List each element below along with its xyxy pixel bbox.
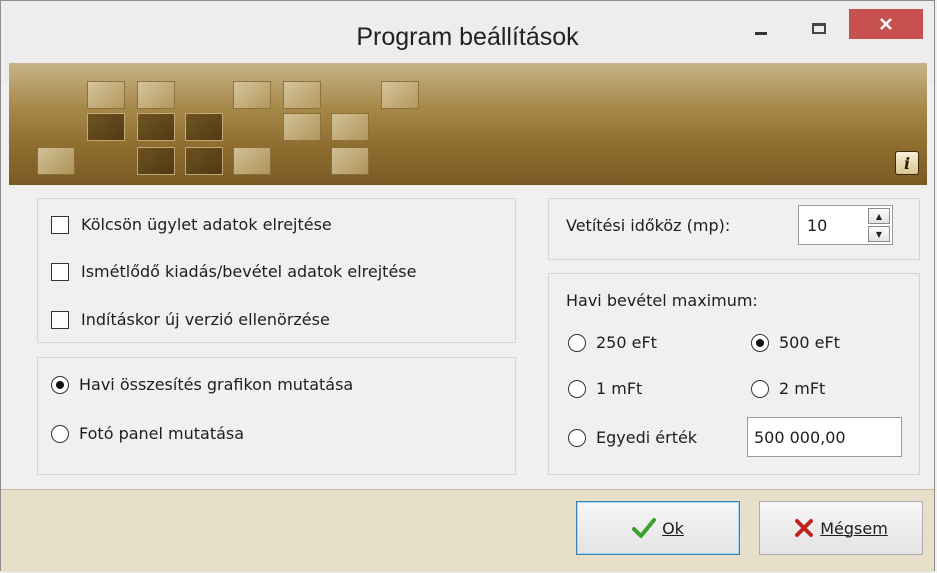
interval-value[interactable]: 10 — [807, 216, 827, 235]
ok-button-label: Ok — [662, 518, 684, 538]
banner-tile — [185, 113, 223, 141]
minimize-button[interactable] — [736, 13, 786, 43]
radio-label: Egyedi érték — [596, 428, 698, 447]
checkbox-check-new-version[interactable]: Indításkor új verzió ellenörzése — [51, 310, 330, 329]
checkbox-label: Kölcsön ügylet adatok elrejtése — [81, 215, 332, 234]
radio-button[interactable] — [568, 333, 586, 352]
window-title: Program beállítások — [356, 23, 579, 51]
banner-tile — [283, 113, 321, 141]
radio-show-monthly-chart[interactable]: Havi összesítés grafikon mutatása — [51, 375, 353, 394]
radio-button[interactable] — [51, 424, 69, 443]
radio-label: Havi összesítés grafikon mutatása — [79, 375, 354, 394]
radio-button[interactable] — [751, 333, 769, 352]
checkmark-icon — [632, 517, 657, 539]
radio-2-mft[interactable]: 2 mFt — [751, 379, 825, 398]
radio-label: Fotó panel mutatása — [79, 424, 245, 443]
banner-tile — [381, 81, 419, 109]
checkbox-box[interactable] — [51, 310, 69, 329]
radio-button[interactable] — [751, 379, 769, 398]
minimize-icon — [755, 31, 767, 35]
maximize-icon — [812, 22, 826, 34]
banner-tile — [283, 81, 321, 109]
radio-button[interactable] — [568, 428, 586, 447]
maximize-button[interactable] — [796, 13, 842, 43]
radio-label: 2 mFt — [779, 379, 826, 398]
banner-tile — [233, 147, 271, 175]
close-button[interactable] — [849, 9, 923, 39]
radio-1-mft[interactable]: 1 mFt — [568, 379, 642, 398]
income-max-label: Havi bevétel maximum: — [566, 291, 758, 310]
info-icon[interactable]: i — [895, 151, 919, 175]
checkbox-box[interactable] — [51, 262, 69, 281]
banner-tile — [331, 113, 369, 141]
banner-tile — [37, 147, 75, 175]
radio-500-eft[interactable]: 500 eFt — [751, 333, 840, 352]
checkbox-label: Ismétlődő kiadás/bevétel adatok elrejtés… — [81, 262, 417, 281]
banner-tile — [87, 81, 125, 109]
banner-tile — [137, 113, 175, 141]
settings-window: Program beállítások i Kölcsön ügylet ada… — [0, 0, 935, 572]
radio-custom-value[interactable]: Egyedi érték — [568, 428, 697, 447]
banner-tile — [137, 81, 175, 109]
spinner-down-icon[interactable]: ▼ — [868, 226, 890, 242]
cancel-x-icon — [794, 518, 814, 538]
cancel-button[interactable]: Mégsem — [759, 501, 923, 555]
banner-tile — [331, 147, 369, 175]
ok-button[interactable]: Ok — [576, 501, 740, 555]
radio-250-eft[interactable]: 250 eFt — [568, 333, 657, 352]
spinner-up-icon[interactable]: ▲ — [868, 208, 890, 224]
custom-value-input[interactable]: 500 000,00 — [747, 417, 902, 457]
radio-button[interactable] — [568, 379, 586, 398]
close-icon — [880, 18, 892, 30]
interval-spinner[interactable]: 10 ▲ ▼ — [798, 205, 893, 245]
banner-tile — [185, 147, 223, 175]
banner-tile — [233, 81, 271, 109]
radio-button[interactable] — [51, 375, 69, 394]
checkbox-hide-recurring-data[interactable]: Ismétlődő kiadás/bevétel adatok elrejtés… — [51, 262, 416, 281]
banner-tile — [87, 113, 125, 141]
checkbox-hide-loan-data[interactable]: Kölcsön ügylet adatok elrejtése — [51, 215, 332, 234]
radio-label: 250 eFt — [596, 333, 657, 352]
radio-label: 500 eFt — [779, 333, 840, 352]
banner-tile — [137, 147, 175, 175]
cancel-button-label: Mégsem — [820, 518, 888, 538]
checkbox-box[interactable] — [51, 215, 69, 234]
radio-show-photo-panel[interactable]: Fotó panel mutatása — [51, 424, 244, 443]
header-banner: i — [9, 63, 927, 185]
radio-label: 1 mFt — [596, 379, 643, 398]
interval-label: Vetítési időköz (mp): — [566, 216, 731, 235]
checkbox-label: Indításkor új verzió ellenörzése — [81, 310, 330, 329]
